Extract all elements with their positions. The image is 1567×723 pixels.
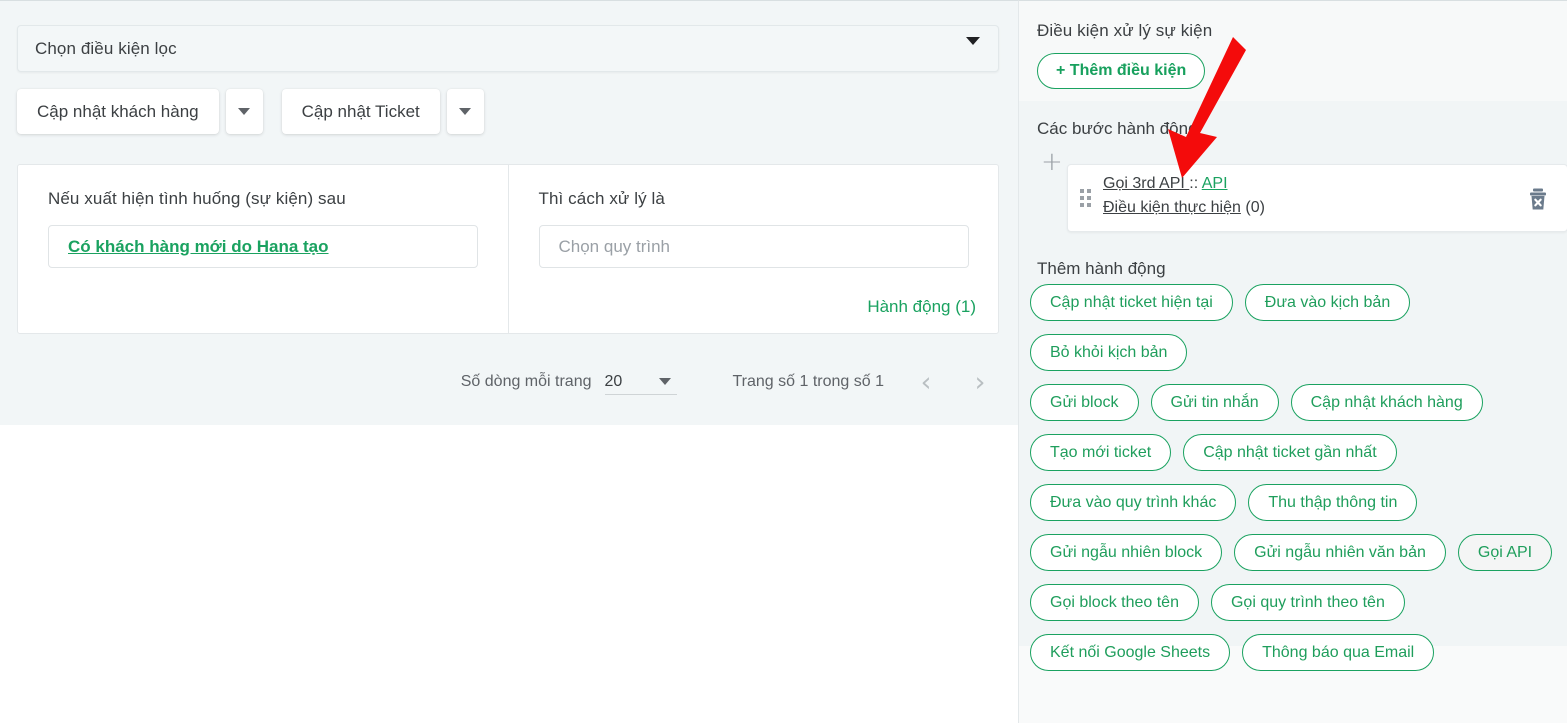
action-chip[interactable]: Thu thập thông tin — [1248, 484, 1418, 521]
event-link[interactable]: Có khách hàng mới do Hana tạo — [68, 237, 329, 257]
handler-column-title: Thì cách xử lý là — [538, 189, 665, 208]
action-chip-list: Cập nhật ticket hiện tại Đưa vào kịch bản… — [1030, 284, 1567, 684]
action-button-row: Cập nhật khách hàng Cập nhật Ticket — [17, 89, 484, 134]
event-box: Có khách hàng mới do Hana tạo — [48, 225, 478, 268]
action-chip[interactable]: Cập nhật ticket hiện tại — [1030, 284, 1233, 321]
filter-condition-placeholder: Chọn điều kiện lọc — [35, 38, 177, 58]
rows-per-page-label: Số dòng mỗi trang — [460, 373, 592, 390]
add-condition-button[interactable]: + Thêm điều kiện — [1037, 53, 1206, 89]
step-api-link[interactable]: API — [1202, 175, 1228, 192]
action-chip[interactable]: Gọi API — [1457, 534, 1553, 571]
pagination: Số dòng mỗi trang 20 Trang số 1 trong số… — [0, 369, 1018, 396]
step-name-row: Gọi 3rd API :: API — [1103, 175, 1228, 193]
action-chip[interactable]: Gọi block theo tên — [1030, 584, 1199, 621]
rows-per-page-value: 20 — [604, 372, 623, 390]
screen-root: Chọn điều kiện lọc Cập nhật khách hàng C… — [0, 0, 1567, 723]
action-chip[interactable]: Gửi ngẫu nhiên văn bản — [1234, 534, 1446, 571]
action-chip[interactable]: Thông báo qua Email — [1242, 634, 1435, 671]
action-chip[interactable]: Đưa vào quy trình khác — [1030, 484, 1237, 521]
step-condition-count: (0) — [1245, 199, 1265, 216]
action-chip[interactable]: Bỏ khỏi kịch bản — [1030, 334, 1188, 371]
process-select-placeholder: Chọn quy trình — [558, 236, 671, 256]
action-chip[interactable]: Gửi ngẫu nhiên block — [1030, 534, 1223, 571]
step-name-separator: :: — [1189, 175, 1202, 192]
right-sidebar: Điều kiện xử lý sự kiện + Thêm điều kiện… — [1018, 0, 1567, 723]
step-condition-row: Điều kiện thực hiện (0) — [1103, 199, 1265, 217]
update-customer-dropdown-toggle[interactable] — [225, 89, 263, 134]
action-step-card[interactable]: Gọi 3rd API :: API Điều kiện thực hiện (… — [1067, 164, 1567, 232]
add-action-title: Thêm hành động — [1037, 259, 1166, 278]
action-chip[interactable]: Cập nhật khách hàng — [1290, 384, 1483, 421]
chevron-down-icon — [459, 108, 472, 115]
event-condition-section: Điều kiện xử lý sự kiện + Thêm điều kiện — [1019, 1, 1567, 101]
process-select[interactable]: Chọn quy trình — [538, 225, 969, 268]
handler-column: Thì cách xử lý là Chọn quy trình Hành độ… — [509, 165, 999, 333]
filter-condition-select[interactable]: Chọn điều kiện lọc — [17, 25, 999, 72]
action-chip[interactable]: Gửi tin nhắn — [1150, 384, 1279, 421]
next-page-button[interactable]: › — [968, 369, 992, 396]
chevron-down-icon — [238, 108, 251, 115]
plus-icon[interactable]: + — [1041, 149, 1063, 175]
chevron-down-icon[interactable] — [966, 37, 980, 63]
action-count-link[interactable]: Hành động (1) — [867, 297, 976, 317]
page-info: Trang số 1 trong số 1 — [732, 373, 885, 390]
update-ticket-button[interactable]: Cập nhật Ticket — [281, 89, 440, 134]
update-ticket-dropdown-toggle[interactable] — [446, 89, 484, 134]
rows-per-page-select[interactable]: 20 — [604, 369, 677, 395]
action-chip[interactable]: Gọi quy trình theo tên — [1210, 584, 1405, 621]
action-chip[interactable]: Gửi block — [1030, 384, 1139, 421]
chevron-down-icon — [658, 378, 671, 385]
action-chip[interactable]: Kết nối Google Sheets — [1030, 634, 1231, 671]
action-chip[interactable]: Cập nhật ticket gần nhất — [1183, 434, 1397, 471]
prev-page-button[interactable]: ‹ — [914, 369, 938, 396]
event-column-title: Nếu xuất hiện tình huống (sự kiện) sau — [48, 189, 346, 208]
step-name-prefix-link[interactable]: Gọi 3rd API — [1103, 175, 1189, 192]
left-panel: Chọn điều kiện lọc Cập nhật khách hàng C… — [0, 0, 1018, 425]
action-steps-title: Các bước hành động — [1037, 119, 1198, 138]
event-condition-title: Điều kiện xử lý sự kiện — [1037, 21, 1213, 40]
action-chip[interactable]: Tạo mới ticket — [1030, 434, 1172, 471]
drag-handle-icon[interactable] — [1080, 189, 1093, 209]
trash-icon[interactable] — [1527, 187, 1549, 211]
step-condition-link[interactable]: Điều kiện thực hiện — [1103, 199, 1241, 216]
update-customer-button[interactable]: Cập nhật khách hàng — [17, 89, 219, 134]
action-chip[interactable]: Đưa vào kịch bản — [1244, 284, 1411, 321]
rule-card: Nếu xuất hiện tình huống (sự kiện) sau C… — [17, 164, 999, 334]
event-column: Nếu xuất hiện tình huống (sự kiện) sau C… — [18, 165, 509, 333]
